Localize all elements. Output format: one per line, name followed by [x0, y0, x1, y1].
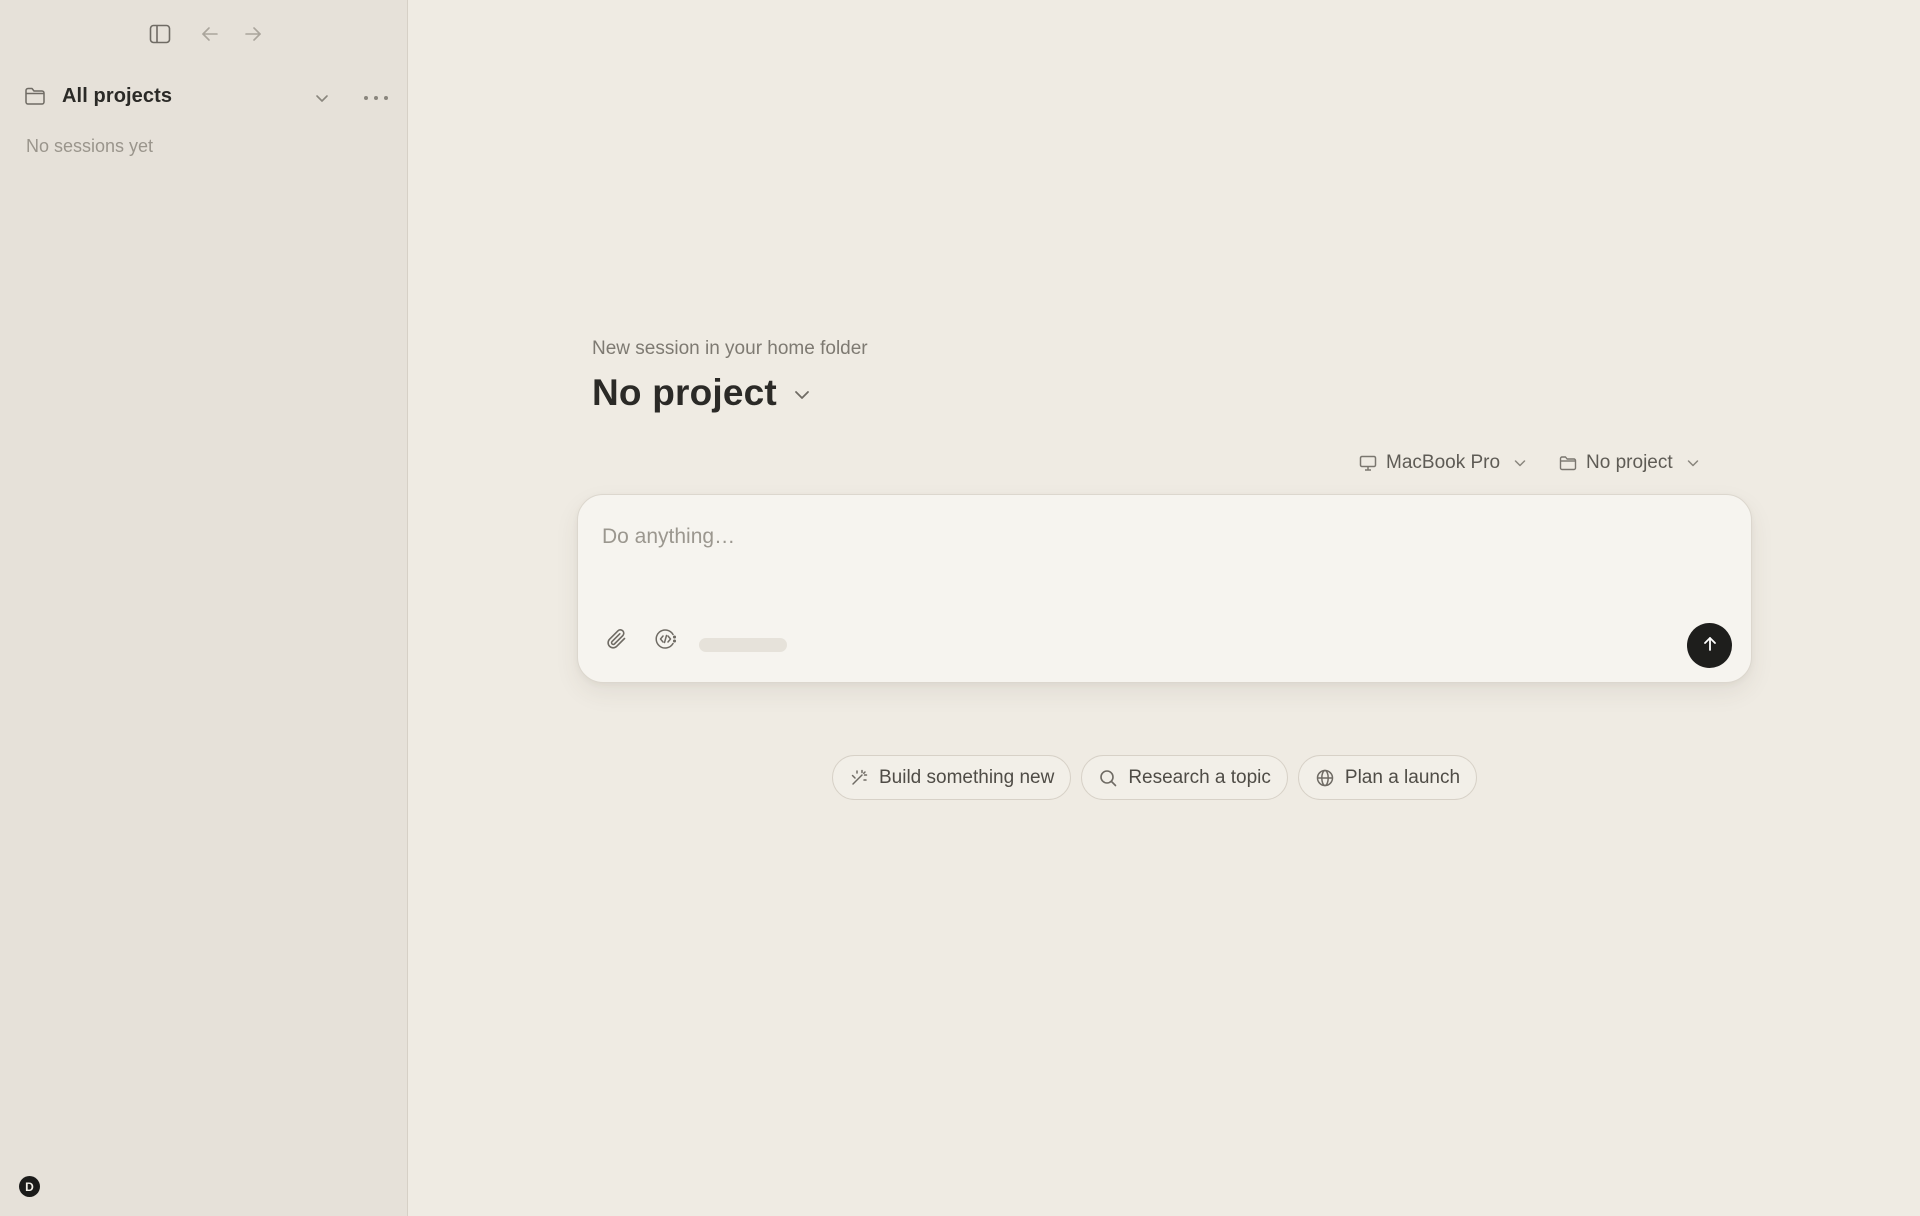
- arrow-up-icon: [1700, 634, 1720, 657]
- back-button[interactable]: [194, 18, 226, 50]
- suggestion-plan[interactable]: Plan a launch: [1297, 755, 1478, 800]
- app-window: All projects No sessions yet D New sessi…: [0, 0, 1920, 1216]
- sidebar-icon: [148, 22, 172, 46]
- folder-icon: [1558, 453, 1578, 473]
- model-selector-placeholder[interactable]: [699, 638, 787, 652]
- context-selectors: MacBook Pro No project: [1358, 448, 1701, 478]
- project-heading-dropdown[interactable]: No project: [592, 372, 813, 414]
- device-label: MacBook Pro: [1386, 452, 1501, 473]
- all-projects-row[interactable]: All projects: [22, 78, 388, 114]
- chevron-down-icon[interactable]: [308, 84, 336, 112]
- suggestion-chips: Build something new Research a topic Pla…: [832, 755, 1478, 800]
- sidebar-toolbar: [0, 16, 407, 52]
- avatar[interactable]: D: [19, 1176, 40, 1197]
- project-selector[interactable]: No project: [1558, 448, 1701, 478]
- search-icon: [1098, 768, 1118, 788]
- device-selector[interactable]: MacBook Pro: [1358, 448, 1528, 478]
- prompt-composer: [577, 494, 1752, 683]
- empty-sessions-text: No sessions yet: [26, 136, 154, 156]
- suggestion-label: Research a topic: [1128, 766, 1271, 788]
- prompt-input[interactable]: [602, 525, 1702, 549]
- arrow-left-icon: [199, 23, 221, 45]
- project-label: No project: [1586, 452, 1673, 473]
- page-title: No project: [592, 372, 777, 413]
- chevron-down-icon: [791, 384, 813, 406]
- folder-icon: [22, 83, 48, 109]
- suggestion-label: Build something new: [879, 766, 1055, 788]
- send-button[interactable]: [1687, 623, 1732, 668]
- session-subtitle: New session in your home folder: [592, 338, 868, 359]
- code-tools-icon[interactable]: [651, 624, 681, 654]
- paperclip-icon[interactable]: [602, 624, 632, 654]
- toggle-sidebar-button[interactable]: [144, 18, 176, 50]
- chevron-down-icon: [1512, 455, 1528, 471]
- arrow-right-icon: [242, 23, 264, 45]
- suggestion-research[interactable]: Research a topic: [1081, 755, 1288, 800]
- magic-wand-icon: [849, 768, 869, 788]
- monitor-icon: [1358, 453, 1378, 473]
- suggestion-build[interactable]: Build something new: [832, 755, 1072, 800]
- forward-button[interactable]: [237, 18, 269, 50]
- main-panel: New session in your home folder No proje…: [408, 0, 1920, 1216]
- chevron-down-icon: [1685, 455, 1701, 471]
- project-title: All projects: [62, 84, 173, 107]
- more-options-icon[interactable]: [358, 84, 394, 112]
- sidebar: All projects No sessions yet D: [0, 0, 408, 1216]
- globe-icon: [1315, 768, 1335, 788]
- suggestion-label: Plan a launch: [1344, 766, 1461, 788]
